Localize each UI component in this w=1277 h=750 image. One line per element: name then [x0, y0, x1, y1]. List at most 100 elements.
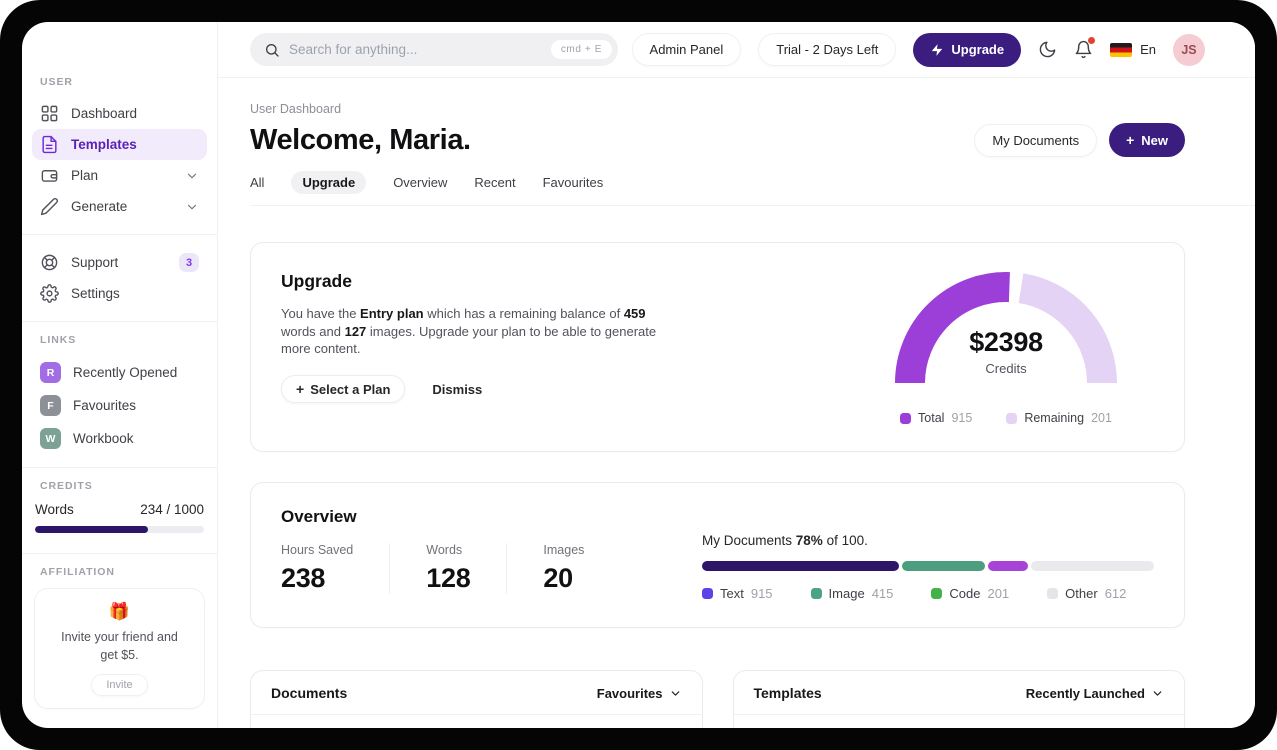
stat-images: Images 20: [506, 543, 620, 594]
select-plan-button[interactable]: + Select a Plan: [281, 375, 406, 404]
sidebar: USER Dashboard Templates Plan Generate S…: [22, 22, 218, 728]
sidebar-link-favourites[interactable]: F Favourites: [32, 389, 207, 422]
support-count-badge: 3: [179, 253, 199, 272]
search-shortcut-badge: cmd + E: [550, 40, 612, 59]
notifications-button[interactable]: [1074, 37, 1096, 59]
gauge-caption: Credits: [985, 361, 1027, 376]
sidebar-link-recently-opened[interactable]: R Recently Opened: [32, 356, 207, 389]
legend-swatch: [931, 588, 943, 599]
sidebar-item-support[interactable]: Support 3: [32, 247, 207, 278]
tab-overview[interactable]: Overview: [393, 171, 447, 194]
tab-upgrade[interactable]: Upgrade: [291, 171, 367, 194]
new-button[interactable]: + New: [1109, 123, 1185, 157]
plus-icon: +: [1126, 132, 1135, 148]
upgrade-card-body: You have the Entry plan which has a rema…: [281, 306, 657, 357]
document-row[interactable]: Untitled Document in Workbook: [251, 715, 702, 728]
legend-item-image: Image 415: [810, 586, 893, 601]
document-icon: [40, 135, 59, 154]
legend-item-other: Other 612: [1047, 586, 1126, 601]
section-label-user: USER: [40, 76, 73, 88]
sidebar-item-settings[interactable]: Settings: [32, 278, 207, 309]
legend-item-remaining: Remaining 201: [1006, 411, 1112, 425]
tab-recent[interactable]: Recent: [474, 171, 515, 194]
overview-left: Overview Hours Saved 238 Words 128 Image…: [281, 507, 620, 594]
templates-card-header: Templates Recently Launched: [733, 671, 1184, 715]
bar-segment-text: [702, 561, 899, 571]
device-frame: USER Dashboard Templates Plan Generate S…: [0, 0, 1277, 750]
credits-label: Words: [35, 502, 74, 517]
legend-item-text: Text 915: [702, 586, 773, 601]
upgrade-button[interactable]: Upgrade: [913, 32, 1022, 67]
sidebar-item-generate[interactable]: Generate: [32, 191, 207, 222]
sidebar-item-dashboard[interactable]: Dashboard: [32, 98, 207, 129]
trial-badge[interactable]: Trial - 2 Days Left: [758, 33, 897, 66]
sidebar-item-label: Support: [71, 255, 119, 270]
search-input[interactable]: [289, 42, 542, 57]
select-plan-label: Select a Plan: [310, 381, 391, 397]
documents-progress-block: My Documents 78% of 100. Text 915 Image …: [702, 507, 1154, 601]
documents-card-title: Documents: [271, 685, 348, 701]
templates-card: Templates Recently Launched Blog Post Ti…: [732, 670, 1185, 728]
sidebar-item-templates[interactable]: Templates: [32, 129, 207, 160]
documents-progress-label: My Documents 78% of 100.: [702, 533, 868, 548]
legend-swatch: [1047, 588, 1059, 599]
search-bar[interactable]: cmd + E: [250, 33, 618, 66]
lifebuoy-icon: [40, 253, 59, 272]
dark-mode-toggle[interactable]: [1038, 40, 1057, 59]
sidebar-item-plan[interactable]: Plan: [32, 160, 207, 191]
tab-favourites[interactable]: Favourites: [543, 171, 604, 194]
tab-all[interactable]: All: [250, 171, 264, 194]
templates-card-title: Templates: [753, 685, 822, 701]
sidebar-item-label: Plan: [71, 168, 99, 183]
link-initial-badge: F: [40, 395, 61, 416]
documents-filter-dropdown[interactable]: Favourites: [597, 686, 682, 701]
sidebar-divider: [22, 553, 217, 554]
upgrade-card-title: Upgrade: [281, 271, 352, 291]
overview-stats: Hours Saved 238 Words 128 Images 20: [281, 543, 620, 594]
credits-value: 234 / 1000: [140, 502, 204, 517]
bottom-row: Documents Favourites Untitled Document: [250, 670, 1185, 728]
app-window: USER Dashboard Templates Plan Generate S…: [22, 22, 1255, 728]
documents-card: Documents Favourites Untitled Document: [250, 670, 703, 728]
user-avatar[interactable]: JS: [1173, 33, 1205, 66]
gift-icon: 🎁: [108, 602, 131, 621]
template-row[interactable]: Blog Post Title in Workbook: [734, 715, 1185, 728]
plus-icon: +: [296, 381, 305, 398]
overview-card: Overview Hours Saved 238 Words 128 Image…: [250, 482, 1185, 628]
stat-words: Words 128: [389, 543, 506, 594]
tabs: All Upgrade Overview Recent Favourites: [250, 171, 1185, 194]
sidebar-item-label: Settings: [71, 286, 120, 301]
moon-icon: [1038, 40, 1057, 59]
admin-panel-button[interactable]: Admin Panel: [631, 33, 742, 66]
language-flag-icon[interactable]: [1110, 42, 1133, 57]
upgrade-card: Upgrade You have the Entry plan which ha…: [250, 242, 1185, 452]
legend-item-code: Code 201: [931, 586, 1009, 601]
overview-card-title: Overview: [281, 507, 357, 526]
credits-gauge-block: $2398 Credits Total 915 Remaining 201: [894, 271, 1118, 425]
templates-filter-dropdown[interactable]: Recently Launched: [1026, 686, 1164, 701]
link-initial-badge: R: [40, 362, 61, 383]
invite-button[interactable]: Invite: [91, 674, 148, 697]
notification-dot: [1088, 37, 1096, 44]
upgrade-card-actions: + Select a Plan Dismiss: [281, 375, 673, 404]
topbar: cmd + E Admin Panel Trial - 2 Days Left …: [218, 22, 1255, 78]
my-documents-button[interactable]: My Documents: [974, 123, 1098, 157]
sidebar-divider: [22, 467, 217, 468]
sidebar-link-workbook[interactable]: W Workbook: [32, 422, 207, 455]
bolt-icon: [930, 43, 944, 57]
main-area: cmd + E Admin Panel Trial - 2 Days Left …: [218, 22, 1255, 728]
gauge-center: $2398 Credits: [894, 327, 1118, 376]
grid-icon: [40, 104, 59, 123]
link-label: Recently Opened: [73, 365, 178, 380]
credits-progress-fill: [35, 526, 149, 533]
chevron-down-icon: [669, 687, 682, 700]
dismiss-button[interactable]: Dismiss: [432, 382, 482, 397]
legend-swatch: [1006, 412, 1018, 424]
sidebar-divider: [22, 234, 217, 235]
sidebar-divider: [22, 321, 217, 322]
pencil-icon: [40, 197, 59, 216]
new-button-label: New: [1141, 132, 1168, 148]
title-actions: My Documents + New: [974, 123, 1185, 157]
link-label: Workbook: [73, 431, 134, 446]
affiliation-card: 🎁 Invite your friend and get $5. Invite: [34, 588, 205, 710]
